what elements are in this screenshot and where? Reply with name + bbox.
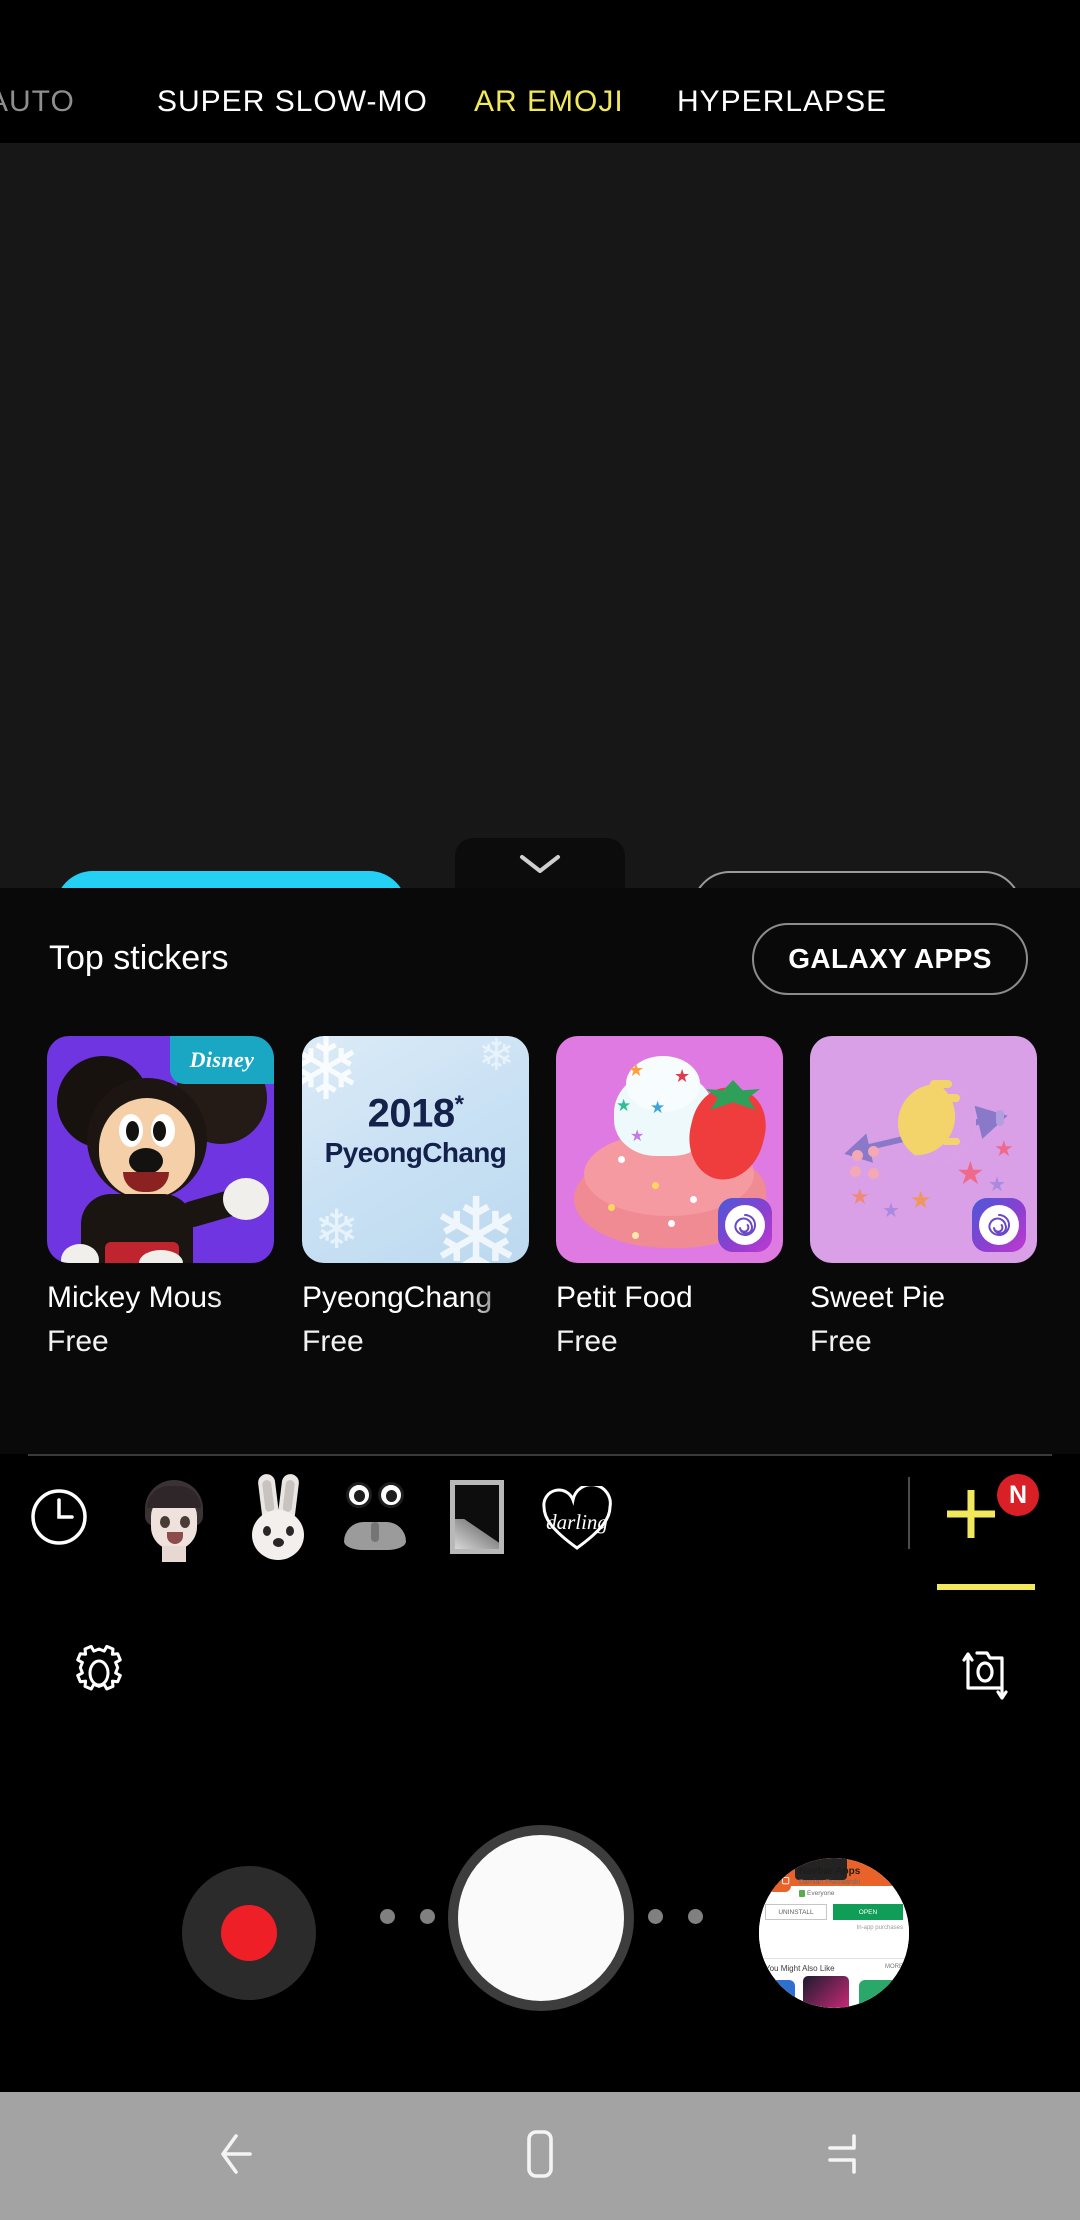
pyeongchang-art-text: 2018* PyeongChang [302,1092,529,1168]
sticker-card-title: Sweet Pie [810,1283,946,1313]
camera-mode-bar: AUTO SUPER SLOW-MO AR EMOJI HYPERLAPSE [0,0,1080,143]
camera-viewfinder[interactable]: Create My Emoji Remove sticker [0,143,1080,947]
snowflake-icon: ❄ [478,1036,515,1080]
sticker-card-price: Free [810,1325,872,1358]
sticker-card-title: Mickey Mous [47,1283,223,1313]
shutter-button[interactable] [448,1825,634,2011]
panel-title: Top stickers [49,939,229,977]
eyes-mustache-button[interactable] [332,1476,418,1562]
mode-tab-hyperlapse[interactable]: HYPERLAPSE [677,85,887,119]
sticker-card-title: PyeongChang [302,1283,493,1313]
camera-switch-button[interactable] [954,1642,1016,1709]
back-button[interactable] [148,2092,328,2220]
avatar-face-icon [131,1476,217,1562]
pyeongchang-snowflake-art: ❄ ❄ ❄ ❄ 2018* PyeongChang [302,1036,529,1263]
top-stickers-panel: Top stickers GALAXY APPS Disney Mickey M… [0,888,1080,1454]
thumbnail-also-like: You Might Also Like [765,1964,835,1973]
disney-badge-label: Disney [189,1047,255,1072]
spiral-badge-icon [718,1198,772,1252]
sticker-card-title: Petit Food [556,1283,693,1313]
snowflake-icon: ❄ [430,1177,523,1263]
thumbnail-developer: Damian Piwowarski [799,1879,861,1886]
shutter-control-row: ◁○▢ Navbar Apps Damian Piwowarski Everyo… [0,1810,1080,2090]
art-year: 2018 [367,1091,455,1136]
sticker-card[interactable]: Disney Mickey Mous Free [47,1036,274,1357]
thumbnail-app-name: Navbar Apps [799,1866,861,1877]
thumbnail-uninstall-button: UNINSTALL [765,1904,827,1920]
thumbnail-open-button: OPEN [833,1904,903,1920]
mode-tab-super-slow-mo[interactable]: SUPER SLOW-MO [157,85,428,119]
gallery-thumbnail-button[interactable]: ◁○▢ Navbar Apps Damian Piwowarski Everyo… [759,1858,909,2008]
plus-icon [935,1490,1007,1554]
gear-icon [68,1644,130,1708]
recents-icon [814,2126,870,2187]
record-button[interactable] [182,1866,316,2000]
bunny-mask-button[interactable] [232,1473,318,1562]
android-navigation-bar [0,2092,1080,2220]
add-effect-button[interactable]: N [935,1474,1045,1588]
spiral-badge-icon [972,1198,1026,1252]
camera-switch-icon [954,1651,1016,1708]
app-icon-glyph: ◁○▢ [767,1874,791,1885]
camera-app-screen: AUTO SUPER SLOW-MO AR EMOJI HYPERLAPSE C… [0,0,1080,2220]
mode-dots-left [380,1909,440,1925]
mode-tab-ar-emoji[interactable]: AR EMOJI [474,85,624,119]
camera-tool-row [0,1600,1080,1750]
sticker-card[interactable]: ❄ ❄ ❄ ❄ 2018* PyeongChang PyeongChang Fr… [302,1036,529,1357]
snowflake-icon: ❄ [314,1200,360,1260]
bunny-icon [232,1473,318,1562]
effect-row-separator [908,1477,910,1549]
mickey-mouse-art: Disney [47,1036,274,1263]
darling-sticker-button[interactable]: darling [534,1476,644,1562]
strawberry-dessert-art: ★ ★ ★ ★ ★ [556,1036,783,1263]
my-emoji-button[interactable] [131,1476,217,1562]
moon-arrow-stars-art: ★ ★ ★ ★ ★ ★ [810,1036,1037,1263]
chevron-down-icon [518,852,562,876]
eyes-mustache-icon [332,1476,418,1562]
thumbnail-in-app-purchases: In-app purchases [856,1925,903,1931]
recent-effects-button[interactable] [16,1476,102,1562]
thumbnail-content-rating: Everyone [798,1890,835,1897]
sticker-card-price: Free [47,1325,109,1358]
sticker-card-price: Free [302,1325,364,1358]
app-icon: ◁○▢ [767,1868,791,1892]
effect-icon-row: darling N [0,1456,1080,1594]
sticker-card[interactable]: ★ ★ ★ ★ ★ ★ Sweet Pie Free [810,1036,1037,1357]
photo-frame-button[interactable] [434,1476,520,1562]
sticker-panel-header: Top stickers GALAXY APPS [0,923,1080,1013]
art-event-name: PyeongChang [324,1137,507,1169]
new-badge: N [997,1474,1039,1516]
sticker-card-price: Free [556,1325,618,1358]
home-button[interactable] [450,2092,630,2220]
thumbnail-more-link: MORE [885,1964,903,1970]
back-arrow-icon [210,2126,266,2187]
recents-button[interactable] [752,2092,932,2220]
mode-tab-auto[interactable]: AUTO [0,85,75,119]
clock-icon [28,1486,90,1553]
darling-label: darling [546,1510,608,1534]
sticker-card-list: Disney Mickey Mous Free ❄ ❄ ❄ ❄ 2018* Py… [0,1036,1080,1416]
art-year-mark: * [454,1091,464,1118]
settings-button[interactable] [68,1642,130,1709]
mode-dots-right [648,1909,708,1925]
collapse-panel-handle[interactable] [455,838,625,890]
sticker-card[interactable]: ★ ★ ★ ★ ★ Petit Food Free [556,1036,783,1357]
gallery-thumbnail-image: ◁○▢ Navbar Apps Damian Piwowarski Everyo… [759,1858,909,2008]
galaxy-apps-button[interactable]: GALAXY APPS [752,923,1028,995]
home-square-icon [512,2126,568,2187]
darling-heart-icon: darling [540,1486,614,1552]
photo-frame-icon [434,1476,520,1562]
add-effect-active-indicator [937,1584,1035,1590]
disney-badge: Disney [170,1036,274,1084]
record-dot-icon [221,1905,277,1961]
